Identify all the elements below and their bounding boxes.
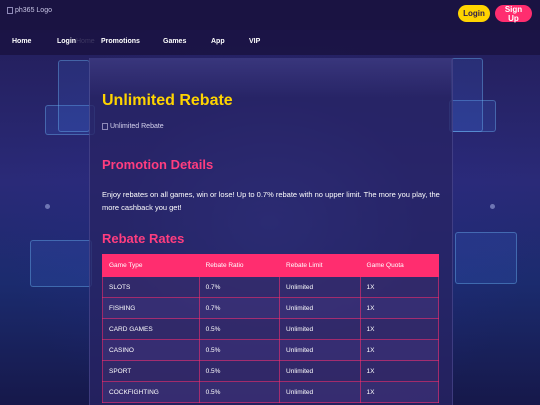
rebate-rates-heading: Rebate Rates — [102, 231, 185, 246]
table-cell: CASINO — [102, 339, 200, 361]
promotion-card: Unlimited Rebate Unlimited Rebate Promot… — [89, 58, 453, 405]
table-cell: 1X — [359, 339, 440, 361]
table-cell: Unlimited — [279, 360, 361, 382]
table-row: COCKFIGHTING 0.5% Unlimited 1X — [102, 381, 440, 403]
page-title: Unlimited Rebate — [102, 92, 233, 109]
promotion-image: Unlimited Rebate — [102, 123, 164, 130]
main-nav: Home Login Home Promotions Games App VIP — [0, 30, 540, 55]
signup-button[interactable]: Sign Up — [495, 5, 532, 23]
table-cell: Unlimited — [279, 276, 361, 298]
site-logo[interactable]: ph365 Logo — [7, 7, 52, 14]
promotion-details-text: Enjoy rebates on all games, win or lose!… — [102, 190, 440, 212]
table-cell: SPORT — [102, 360, 200, 382]
table-header-cell: Rebate Limit — [279, 254, 361, 277]
table-cell: 0.5% — [198, 381, 281, 403]
table-header-cell: Game Type — [102, 254, 200, 277]
table-cell: 1X — [359, 381, 440, 403]
table-cell: 1X — [359, 360, 440, 382]
table-row: SLOTS 0.7% Unlimited 1X — [102, 276, 440, 298]
table-cell: Unlimited — [279, 381, 361, 403]
nav-item-login[interactable]: Login — [57, 38, 76, 45]
logo-alt-text: ph365 Logo — [15, 7, 52, 14]
background-dot — [490, 204, 495, 209]
rebate-rates-table: Game Type Rebate Ratio Rebate Limit Game… — [102, 254, 440, 403]
background-panel — [455, 232, 517, 284]
table-cell: 1X — [359, 276, 440, 298]
promotion-details-heading: Promotion Details — [102, 157, 214, 172]
table-row: CARD GAMES 0.5% Unlimited 1X — [102, 318, 440, 340]
site-header: ph365 Logo Login Sign Up — [0, 0, 540, 30]
table-row: CASINO 0.5% Unlimited 1X — [102, 339, 440, 361]
table-cell: 1X — [359, 297, 440, 319]
table-cell: Unlimited — [279, 297, 361, 319]
nav-item-home[interactable]: Home — [12, 38, 31, 45]
promotion-image-alt: Unlimited Rebate — [110, 123, 164, 130]
table-cell: FISHING — [102, 297, 200, 319]
broken-image-icon — [102, 123, 108, 130]
background-panel — [451, 58, 483, 132]
nav-item-games[interactable]: Games — [163, 38, 186, 45]
table-cell: SLOTS — [102, 276, 200, 298]
table-header-cell: Rebate Ratio — [198, 254, 281, 277]
nav-item-vip[interactable]: VIP — [249, 38, 260, 45]
nav-item-app[interactable]: App — [211, 38, 225, 45]
table-cell: Unlimited — [279, 339, 361, 361]
table-row: SPORT 0.5% Unlimited 1X — [102, 360, 440, 382]
table-cell: COCKFIGHTING — [102, 381, 200, 403]
background-panel — [58, 60, 90, 132]
table-header-row: Game Type Rebate Ratio Rebate Limit Game… — [102, 254, 440, 277]
table-cell: Unlimited — [279, 318, 361, 340]
background-panel — [30, 240, 92, 287]
login-button[interactable]: Login — [458, 5, 490, 22]
table-cell: 0.5% — [198, 318, 281, 340]
table-cell: 0.5% — [198, 360, 281, 382]
nav-ghost-text: Home — [76, 38, 95, 45]
table-cell: 0.7% — [198, 276, 281, 298]
table-cell: CARD GAMES — [102, 318, 200, 340]
table-cell: 1X — [359, 318, 440, 340]
table-row: FISHING 0.7% Unlimited 1X — [102, 297, 440, 319]
table-header-cell: Game Quota — [359, 254, 440, 277]
nav-item-promotions[interactable]: Promotions — [101, 38, 140, 45]
table-cell: 0.7% — [198, 297, 281, 319]
background-dot — [45, 204, 50, 209]
broken-image-icon — [7, 7, 13, 14]
table-cell: 0.5% — [198, 339, 281, 361]
